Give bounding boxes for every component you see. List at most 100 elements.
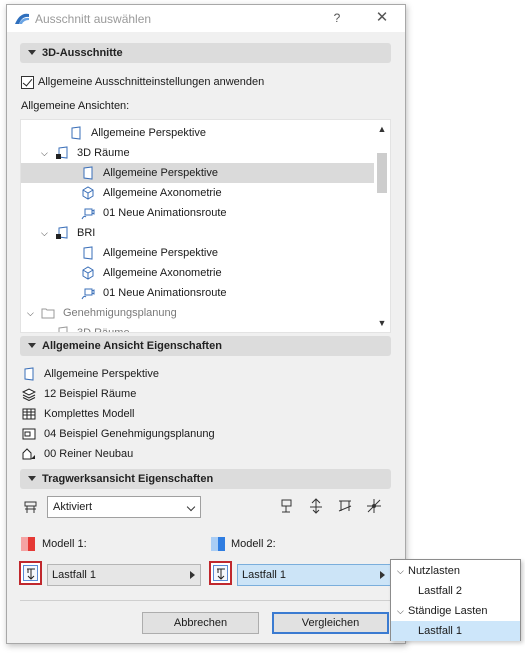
model1-loadcase-select[interactable]: Lastfall 1 (47, 564, 201, 586)
structure-display-icon[interactable] (278, 497, 296, 515)
tree-item-label: 3D Räume (77, 147, 130, 159)
tree-item[interactable]: ⌵ BRI (21, 223, 376, 243)
model2-color-swatch (211, 537, 225, 551)
tree-item-label: Allgemeine Axonometrie (103, 267, 222, 279)
general-settings-checkbox[interactable] (21, 76, 34, 89)
tree-item[interactable]: 01 Neue Animationsroute (21, 283, 376, 303)
tree-item-label: 01 Neue Animationsroute (103, 207, 227, 219)
loadcase-popup-menu[interactable]: ⌵ Nutzlasten Lastfall 2 ⌵ Ständige Lasten Las… (390, 559, 521, 641)
view-property-label: 04 Beispiel Genehmigungsplanung (44, 428, 215, 440)
tree-item[interactable]: ⌵ 3D Räume (21, 323, 376, 333)
view-property-label: Allgemeine Perspektive (44, 368, 159, 380)
model2-loadcase-button[interactable] (209, 561, 232, 585)
scroll-down-icon[interactable]: ▼ (377, 318, 387, 328)
axonometry-icon (81, 266, 95, 280)
perspective-icon (69, 126, 83, 140)
expand-chevron-icon[interactable]: ⌵ (41, 143, 51, 163)
expand-chevron-icon[interactable]: ⌵ (41, 223, 51, 243)
perspective-icon (22, 367, 36, 381)
popup-item[interactable]: Lastfall 1 (391, 621, 520, 641)
model2-loadcase-select[interactable]: Lastfall 1 (237, 564, 391, 586)
folder-3d-icon (55, 226, 69, 240)
tree-item[interactable]: Allgemeine Axonometrie (21, 183, 376, 203)
popup-group[interactable]: ⌵ Nutzlasten (391, 561, 520, 581)
tree-item[interactable]: Allgemeine Perspektive (21, 163, 376, 183)
tree-item[interactable]: 01 Neue Animationsroute (21, 203, 376, 223)
folder-3d-icon (55, 146, 69, 160)
popup-group-label: Ständige Lasten (408, 605, 488, 617)
compare-button[interactable]: Vergleichen (272, 612, 389, 634)
chevron-down-icon (186, 502, 196, 512)
tree-item[interactable]: ⌵ Genehmigungsplanung (21, 303, 376, 323)
tree-item-label: 3D Räume (77, 327, 130, 333)
model-filter-icon (22, 407, 36, 421)
collapse-triangle-icon (28, 476, 36, 481)
window-title: Ausschnitt auswählen (35, 12, 152, 26)
scroll-thumb[interactable] (377, 153, 387, 193)
section-title: Allgemeine Ansicht Eigenschaften (42, 340, 222, 352)
section-structural-properties[interactable]: Tragwerksansicht Eigenschaften (20, 469, 391, 489)
camera-route-icon (81, 286, 95, 300)
tree-item-label: 01 Neue Animationsroute (103, 287, 227, 299)
tree-item-label: Allgemeine Axonometrie (103, 187, 222, 199)
tree-item[interactable]: Allgemeine Perspektive (21, 243, 376, 263)
tree-item-label: Allgemeine Perspektive (103, 247, 218, 259)
chevron-down-icon: ⌵ (397, 566, 404, 576)
section-title: 3D-Ausschnitte (42, 47, 123, 59)
load-icon[interactable] (336, 497, 354, 515)
model1-loadcase-value: Lastfall 1 (52, 569, 97, 581)
axonometry-icon (81, 186, 95, 200)
section-3d-views[interactable]: 3D-Ausschnitte (20, 43, 391, 63)
expand-chevron-icon[interactable]: ⌵ (27, 303, 37, 323)
help-button[interactable]: ? (329, 10, 345, 26)
collapse-triangle-icon (28, 50, 36, 55)
tree-item[interactable]: Allgemeine Perspektive (21, 123, 376, 143)
view-property-label: 00 Reiner Neubau (44, 448, 134, 460)
popup-group-label: Nutzlasten (408, 565, 460, 577)
popup-item[interactable]: Lastfall 2 (391, 581, 520, 601)
general-settings-label: Allgemeine Ausschnitteinstellungen anwen… (38, 76, 265, 88)
load-case-icon (217, 568, 225, 580)
folder-icon (41, 306, 55, 320)
tree-item-label: Allgemeine Perspektive (91, 127, 206, 139)
tree-item-label: Allgemeine Perspektive (103, 167, 218, 179)
cancel-button[interactable]: Abbrechen (142, 612, 259, 634)
graphic-override-icon (22, 427, 36, 441)
perspective-icon (81, 246, 95, 260)
title-bar: Ausschnitt auswählen ? ✕ (7, 5, 405, 32)
tree-item-label: Genehmigungsplanung (63, 307, 177, 319)
section-title: Tragwerksansicht Eigenschaften (42, 473, 214, 485)
select-view-dialog: Ausschnitt auswählen ? ✕ 3D-Ausschnitte … (6, 4, 406, 644)
section-view-properties[interactable]: Allgemeine Ansicht Eigenschaften (20, 336, 391, 356)
expand-chevron-icon[interactable]: ⌵ (41, 323, 51, 332)
chevron-down-icon: ⌵ (397, 606, 404, 616)
load-case-icon (27, 568, 35, 580)
scroll-up-icon[interactable]: ▲ (377, 124, 387, 134)
tree-item-label: BRI (77, 227, 96, 239)
structural-mode-select[interactable]: Aktiviert (47, 496, 201, 518)
close-button[interactable]: ✕ (373, 9, 391, 27)
structural-display-icon (24, 501, 37, 513)
axis-icon[interactable] (365, 497, 383, 515)
renovation-icon (22, 447, 36, 461)
archicad-app-icon (15, 13, 29, 24)
chevron-right-icon (380, 571, 385, 579)
view-property-label: Komplettes Modell (44, 408, 135, 420)
model1-color-swatch (21, 537, 35, 551)
chevron-right-icon (190, 571, 195, 579)
layers-icon (21, 387, 37, 402)
model1-loadcase-button[interactable] (19, 561, 42, 585)
tree-scrollbar[interactable]: ▲ ▼ (374, 120, 390, 332)
view-property-label: 12 Beispiel Räume (44, 388, 137, 400)
model1-label: Modell 1: (42, 538, 87, 550)
model2-label: Modell 2: (231, 538, 276, 550)
tree-item[interactable]: ⌵ 3D Räume (21, 143, 376, 163)
perspective-icon (81, 166, 95, 180)
views-tree[interactable]: Allgemeine Perspektive ⌵ 3D Räume Allgemein… (20, 119, 391, 333)
tree-item[interactable]: Allgemeine Axonometrie (21, 263, 376, 283)
popup-group[interactable]: ⌵ Ständige Lasten (391, 601, 520, 621)
support-icon[interactable] (307, 497, 325, 515)
divider (20, 600, 391, 601)
structural-mode-value: Aktiviert (53, 501, 93, 513)
camera-route-icon (81, 206, 95, 220)
